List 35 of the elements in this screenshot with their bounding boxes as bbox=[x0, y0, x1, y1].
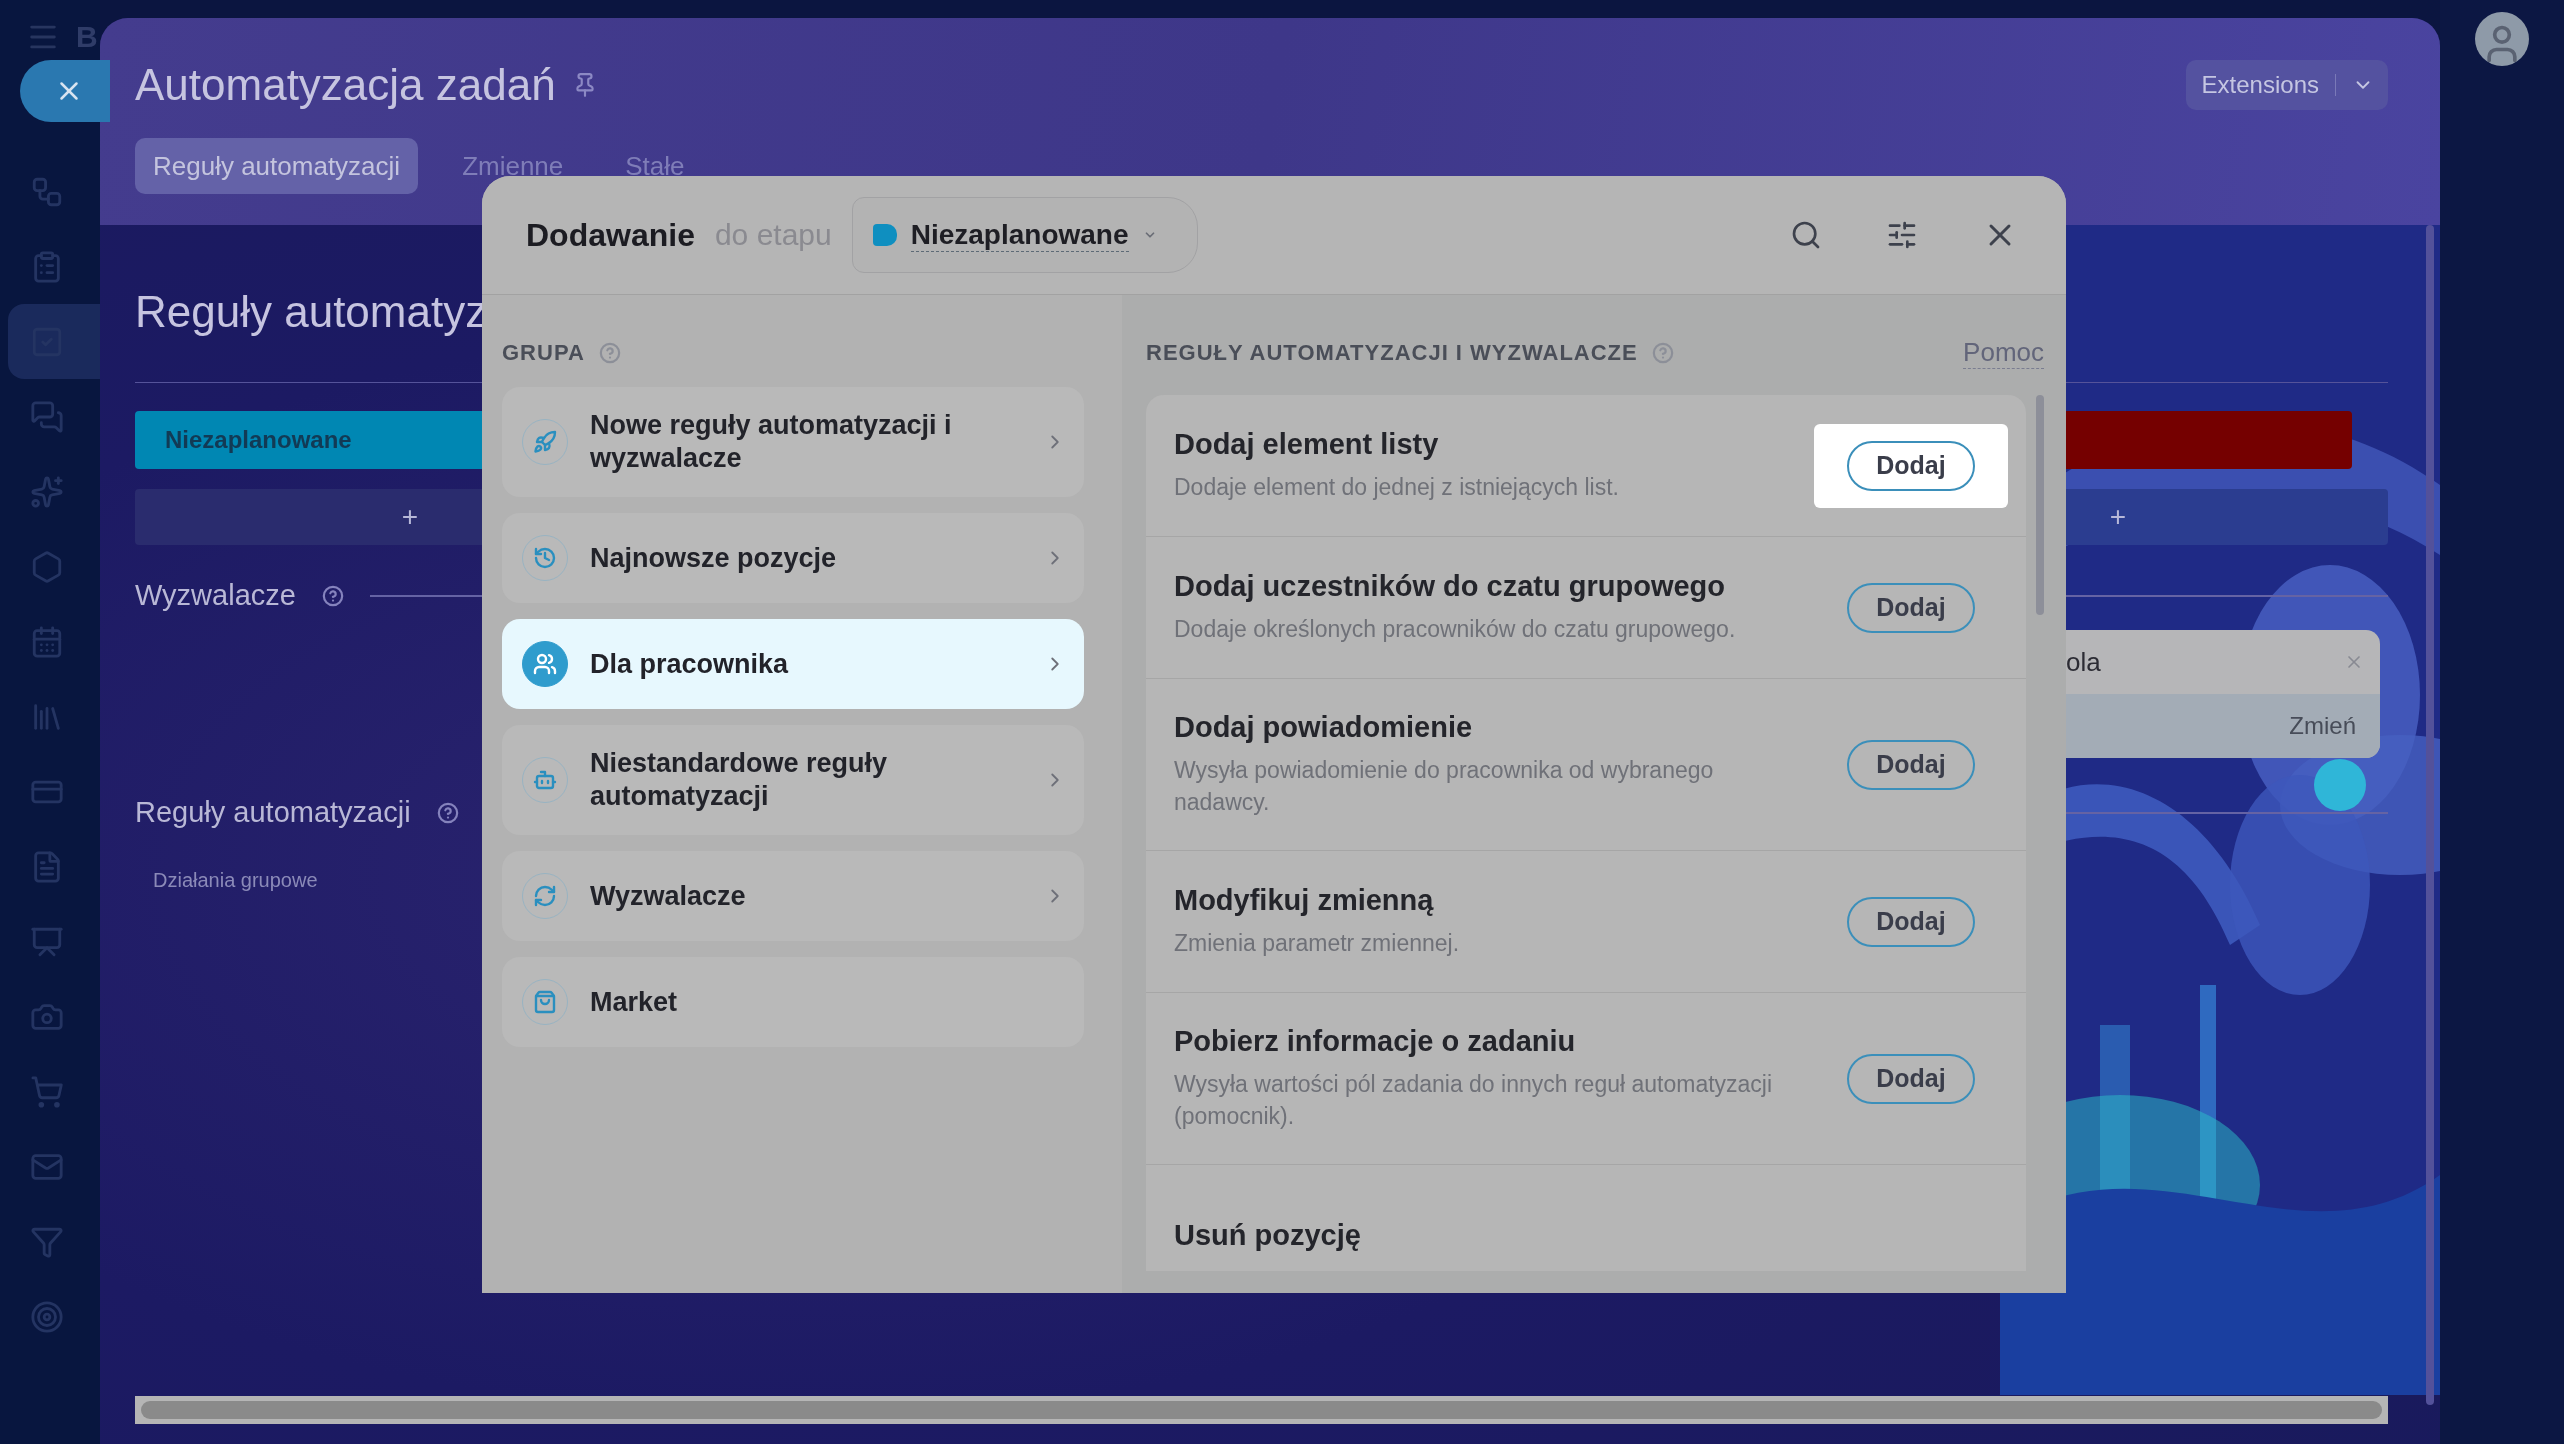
rule-title: Pobierz informacje o zadaniu bbox=[1174, 1024, 1577, 1058]
group-item[interactable]: Wyzwalacze bbox=[502, 851, 1084, 941]
rule-description: Zmienia parametr zmiennej. bbox=[1174, 928, 1461, 958]
add-button[interactable]: Dodaj bbox=[1847, 739, 1975, 790]
column-heading: GRUPA bbox=[502, 340, 585, 366]
group-item[interactable]: Nowe reguły automatyzacji i wyzwalacze bbox=[502, 387, 1084, 497]
add-button[interactable]: Dodaj bbox=[1847, 582, 1975, 633]
section-heading: Reguły automatyz bbox=[135, 287, 489, 338]
rule-title: Dodaj element listy bbox=[1174, 427, 1440, 461]
rule-description: Dodaje element do jednej z istniejących list. bbox=[1174, 472, 1620, 502]
rule-title: Usuń pozycję bbox=[1174, 1219, 1362, 1252]
extensions-button[interactable]: Extensions bbox=[2185, 60, 2388, 110]
add-button[interactable]: Dodaj bbox=[1847, 440, 1975, 491]
rule-title: Dodaj uczestników do czatu grupowego bbox=[1174, 569, 1727, 603]
group-actions-label: Działania grupowe bbox=[153, 869, 319, 892]
rule-description: Dodaje określonych pracowników do czatu grupowego. bbox=[1174, 614, 1737, 644]
tab[interactable]: Reguły automatyzacji bbox=[135, 138, 419, 194]
group-item[interactable]: Market bbox=[502, 957, 1084, 1047]
add-button[interactable]: Dodaj bbox=[1847, 896, 1975, 947]
group-item[interactable]: Niestandardowe reguły automatyzacji bbox=[502, 725, 1084, 835]
group-item[interactable]: Najnowsze pozycje bbox=[502, 513, 1084, 603]
section-label: Wyzwalacze bbox=[135, 579, 296, 612]
section-label: Reguły automatyzacji bbox=[135, 796, 411, 829]
card-text: ola bbox=[2066, 646, 2101, 678]
stage-selector[interactable]: Niezaplanowane bbox=[851, 197, 1198, 273]
page-title: Automatyzacja zadań bbox=[135, 60, 556, 110]
dialog-title: Dodawanie bbox=[526, 216, 695, 254]
group-item[interactable]: Dla pracownika bbox=[502, 619, 1084, 709]
rule-description: Wysyła powiadomienie do pracownika od wybranego nadawcy. bbox=[1174, 755, 1715, 817]
rule-title: Dodaj powiadomienie bbox=[1174, 710, 1474, 744]
column-heading: REGUŁY AUTOMATYZACJI I WYZWALACZE bbox=[1146, 340, 1638, 366]
rule-description: Wysyła wartości pól zadania do innych reguł automatyzacji (pomocnik). bbox=[1174, 1069, 1774, 1131]
change-link[interactable]: Zmień bbox=[2289, 712, 2356, 740]
add-button[interactable]: Dodaj bbox=[1847, 1053, 1975, 1104]
rule-title: Modyfikuj zmienną bbox=[1174, 883, 1435, 917]
